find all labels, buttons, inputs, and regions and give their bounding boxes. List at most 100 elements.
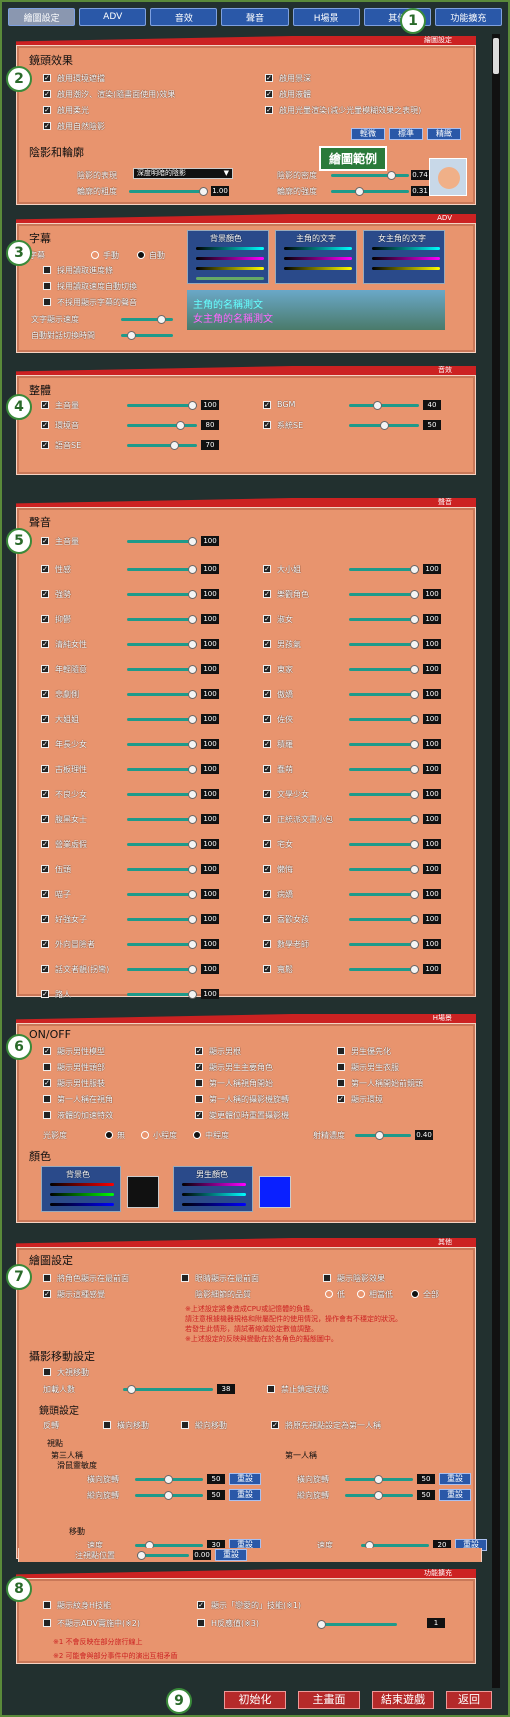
checkbox[interactable]: ✓ xyxy=(263,840,271,848)
slider-knob[interactable] xyxy=(373,401,382,410)
rotation-slider[interactable] xyxy=(135,1475,203,1484)
a-slider[interactable] xyxy=(196,277,264,280)
checkbox[interactable]: ✓ xyxy=(263,590,271,598)
checkbox[interactable]: ✓ xyxy=(41,690,49,698)
back-button[interactable]: 返回 xyxy=(446,1691,492,1709)
rotation-slider[interactable] xyxy=(345,1491,413,1500)
volume-slider[interactable] xyxy=(349,940,419,949)
checkbox[interactable]: ✓ xyxy=(41,815,49,823)
checkbox[interactable]: ✓ xyxy=(43,106,51,114)
checkbox[interactable] xyxy=(43,1111,51,1119)
checkbox[interactable]: ✓ xyxy=(263,890,271,898)
slider-knob[interactable] xyxy=(374,1491,383,1500)
b-slider[interactable] xyxy=(372,267,440,270)
volume-slider[interactable] xyxy=(127,421,197,430)
checkbox[interactable]: ✓ xyxy=(263,421,271,429)
tab-adv[interactable]: ADV xyxy=(79,8,147,26)
checkbox[interactable]: ✓ xyxy=(263,740,271,748)
shadow-density-slider[interactable] xyxy=(331,171,409,180)
g-slider[interactable] xyxy=(284,257,352,260)
checkbox[interactable] xyxy=(43,1063,51,1071)
slider-knob[interactable] xyxy=(188,940,197,949)
outline-strength-slider[interactable] xyxy=(331,187,409,196)
slider-knob[interactable] xyxy=(188,590,197,599)
checkbox[interactable]: ✓ xyxy=(263,640,271,648)
checkbox[interactable]: ✓ xyxy=(265,106,273,114)
volume-slider[interactable] xyxy=(349,640,419,649)
slider-knob[interactable] xyxy=(199,187,208,196)
volume-slider[interactable] xyxy=(349,565,419,574)
slider-knob[interactable] xyxy=(410,915,419,924)
slider-knob[interactable] xyxy=(188,890,197,899)
checkbox[interactable]: ✓ xyxy=(265,74,273,82)
checkbox[interactable]: ✓ xyxy=(41,537,49,545)
g-slider[interactable] xyxy=(182,1193,246,1196)
checkbox[interactable]: ✓ xyxy=(41,990,49,998)
checkbox[interactable]: ✓ xyxy=(265,90,273,98)
volume-slider[interactable] xyxy=(349,615,419,624)
radio-all[interactable] xyxy=(411,1290,419,1298)
r-slider[interactable] xyxy=(196,247,264,250)
volume-slider[interactable] xyxy=(349,765,419,774)
checkbox[interactable]: ✓ xyxy=(43,74,51,82)
checkbox[interactable]: ✓ xyxy=(41,965,49,973)
speed-slider[interactable] xyxy=(135,1541,203,1550)
slider-knob[interactable] xyxy=(410,890,419,899)
checkbox[interactable]: ✓ xyxy=(263,401,271,409)
slider-knob[interactable] xyxy=(410,765,419,774)
rotation-slider[interactable] xyxy=(345,1475,413,1484)
volume-slider[interactable] xyxy=(127,590,197,599)
checkbox[interactable]: ✓ xyxy=(195,1111,203,1119)
tab-ext[interactable]: 功能擴充 xyxy=(434,8,502,26)
tab-h[interactable]: H場景 xyxy=(292,8,360,26)
slider-knob[interactable] xyxy=(410,815,419,824)
r-slider[interactable] xyxy=(182,1183,246,1186)
checkbox[interactable]: ✓ xyxy=(41,421,49,429)
checkbox[interactable]: ✓ xyxy=(263,665,271,673)
checkbox[interactable] xyxy=(43,298,51,306)
slider-knob[interactable] xyxy=(188,401,197,410)
checkbox[interactable]: ✓ xyxy=(41,401,49,409)
slider-knob[interactable] xyxy=(127,1385,136,1394)
checkbox[interactable] xyxy=(195,1079,203,1087)
tab-sound[interactable]: 音效 xyxy=(150,8,218,26)
radio-mid-low[interactable] xyxy=(357,1290,365,1298)
shadow-type-select[interactable]: 深度明暗的陰影 ▼ xyxy=(133,168,233,179)
slider-knob[interactable] xyxy=(410,590,419,599)
checkbox[interactable] xyxy=(43,1619,51,1627)
checkbox[interactable]: ✓ xyxy=(41,715,49,723)
quit-game-button[interactable]: 結束遊戲 xyxy=(372,1691,434,1709)
checkbox[interactable] xyxy=(323,1274,331,1282)
volume-slider[interactable] xyxy=(349,840,419,849)
checkbox[interactable]: ✓ xyxy=(271,1421,279,1429)
slider-knob[interactable] xyxy=(170,441,179,450)
checkbox[interactable]: ✓ xyxy=(263,915,271,923)
checkbox[interactable] xyxy=(337,1063,345,1071)
slider-knob[interactable] xyxy=(410,740,419,749)
volume-slider[interactable] xyxy=(349,815,419,824)
reset-button[interactable]: 重設 xyxy=(229,1473,261,1485)
volume-slider[interactable] xyxy=(127,965,197,974)
slider-knob[interactable] xyxy=(188,665,197,674)
reset-button[interactable]: 重設 xyxy=(439,1489,471,1501)
checkbox[interactable] xyxy=(43,1274,51,1282)
main-menu-button[interactable]: 主畫面 xyxy=(298,1691,360,1709)
slider-knob[interactable] xyxy=(355,187,364,196)
preset-fine-button[interactable]: 精緻 xyxy=(427,128,461,140)
g-slider[interactable] xyxy=(196,257,264,260)
checkbox[interactable]: ✓ xyxy=(41,665,49,673)
checkbox[interactable] xyxy=(195,1095,203,1103)
preset-light-button[interactable]: 輕微 xyxy=(351,128,385,140)
slider-knob[interactable] xyxy=(176,421,185,430)
checkbox[interactable]: ✓ xyxy=(41,590,49,598)
checkbox[interactable]: ✓ xyxy=(41,840,49,848)
checkbox[interactable]: ✓ xyxy=(41,865,49,873)
volume-slider[interactable] xyxy=(127,740,197,749)
b-slider[interactable] xyxy=(196,267,264,270)
checkbox[interactable]: ✓ xyxy=(41,765,49,773)
slider-knob[interactable] xyxy=(188,915,197,924)
slider-knob[interactable] xyxy=(188,690,197,699)
slider-knob[interactable] xyxy=(387,171,396,180)
volume-slider[interactable] xyxy=(127,865,197,874)
volume-slider[interactable] xyxy=(349,690,419,699)
